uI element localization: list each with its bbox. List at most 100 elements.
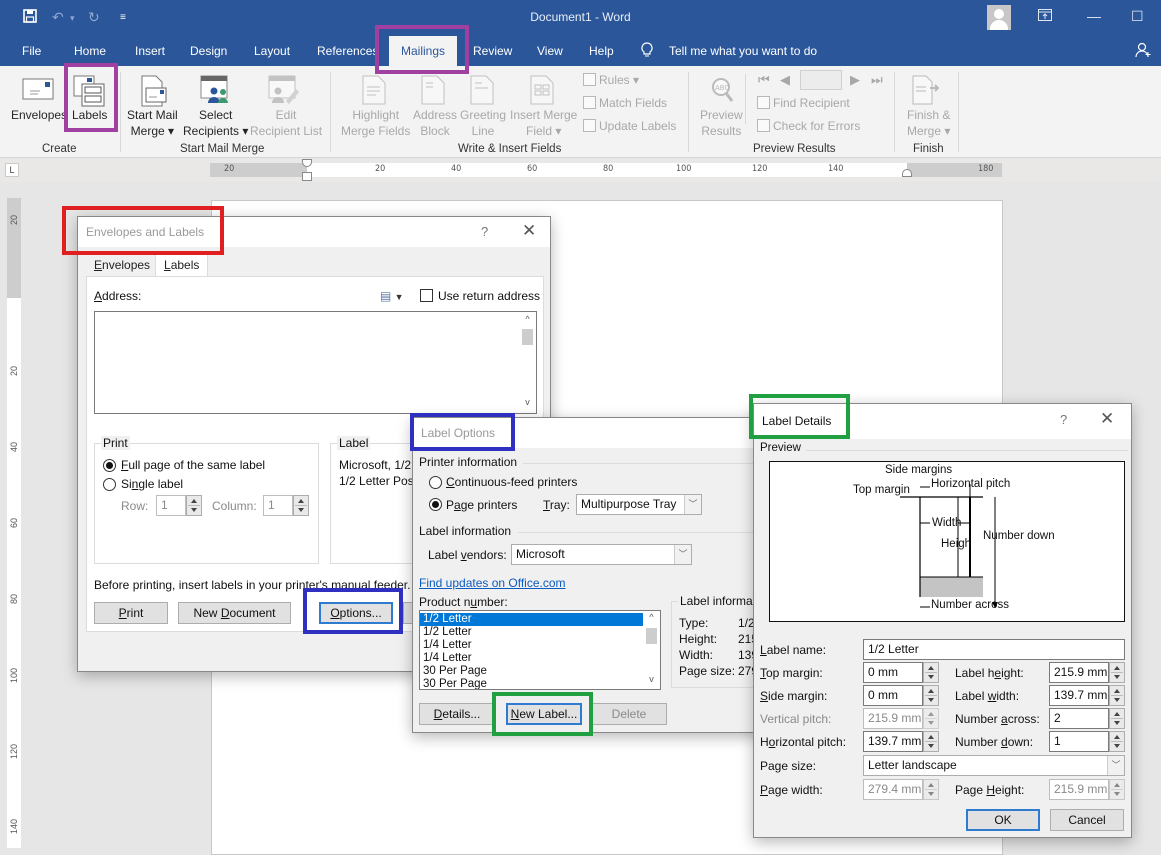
tab-mailings[interactable]: Mailings — [389, 36, 458, 66]
top-margin-input[interactable]: 0 mm — [863, 662, 923, 683]
tab-insert[interactable]: Insert — [135, 44, 165, 58]
chevron-down-icon[interactable]: ﹀ — [1107, 756, 1124, 775]
new-label-button[interactable]: New Label... — [506, 703, 582, 725]
tray-select[interactable]: Multipurpose Tray ﹀ — [576, 494, 702, 515]
finish-merge-button[interactable]: Finish & Merge ▾ — [907, 107, 950, 139]
side-margin-spinner[interactable] — [923, 685, 939, 706]
close-icon[interactable]: ✕ — [1100, 409, 1114, 429]
greeting-line-button[interactable]: Greeting Line — [460, 107, 506, 139]
preview-results-button[interactable]: Preview Results — [700, 107, 743, 139]
help-icon[interactable]: ? — [481, 224, 488, 239]
scroll-up-icon[interactable]: ^ — [643, 612, 660, 626]
dialog-title-bar[interactable]: Label Details ? ✕ — [754, 404, 1131, 439]
ok-button[interactable]: OK — [966, 809, 1040, 831]
label-name-input[interactable]: 1/2 Letter — [863, 639, 1125, 660]
labels-button[interactable]: Labels — [72, 107, 107, 123]
column-input[interactable]: 1 — [263, 495, 293, 516]
vertical-pitch-input[interactable]: 215.9 mm — [863, 708, 923, 729]
address-textarea[interactable]: ^ v — [94, 311, 537, 414]
vertical-pitch-spinner[interactable] — [923, 708, 939, 729]
number-across-input[interactable]: 2 — [1049, 708, 1109, 729]
tab-labels[interactable]: Labels — [155, 253, 209, 277]
list-item[interactable]: 30 Per Page — [420, 678, 644, 689]
select-recipients-button[interactable]: Select Recipients ▾ — [183, 107, 248, 139]
tab-file[interactable]: File — [22, 44, 41, 58]
column-spinner[interactable] — [293, 495, 309, 516]
number-down-spinner[interactable] — [1109, 731, 1125, 752]
list-item[interactable]: 1/4 Letter — [420, 639, 644, 652]
tab-stop-selector[interactable]: L — [5, 163, 19, 177]
horizontal-pitch-spinner[interactable] — [923, 731, 939, 752]
label-height-spinner[interactable] — [1109, 662, 1125, 683]
page-height-input[interactable]: 215.9 mm — [1049, 779, 1109, 800]
address-block-button[interactable]: Address Block — [413, 107, 457, 139]
full-page-radio[interactable] — [103, 459, 116, 472]
start-mail-merge-button[interactable]: Start Mail Merge ▾ — [127, 107, 178, 139]
horizontal-ruler[interactable]: 20 20 40 60 80 100 120 140 180 — [210, 159, 1002, 181]
previous-record-icon[interactable]: ◀ — [780, 72, 790, 88]
new-document-button[interactable]: New Document — [178, 602, 291, 624]
record-number-input[interactable] — [800, 70, 842, 90]
match-fields-button[interactable]: Match Fields — [583, 96, 667, 110]
tab-layout[interactable]: Layout — [254, 44, 290, 58]
maximize-button[interactable]: ☐ — [1131, 8, 1144, 25]
scroll-thumb[interactable] — [646, 628, 657, 644]
close-icon[interactable]: ✕ — [522, 221, 536, 241]
page-width-spinner[interactable] — [923, 779, 939, 800]
label-vendors-select[interactable]: Microsoft ﹀ — [511, 544, 692, 565]
details-button[interactable]: Details... — [419, 703, 495, 725]
address-scrollbar[interactable]: ^ v — [519, 312, 536, 413]
tell-me-search[interactable]: Tell me what you want to do — [669, 44, 817, 58]
vertical-ruler[interactable]: 20 20 40 60 80 100 120 140 — [7, 198, 21, 848]
next-record-icon[interactable]: ▶ — [850, 72, 860, 88]
left-indent-marker[interactable] — [302, 172, 312, 181]
side-margin-input[interactable]: 0 mm — [863, 685, 923, 706]
list-item[interactable]: 1/2 Letter — [420, 613, 644, 626]
first-record-icon[interactable]: ⏮ — [758, 72, 770, 88]
use-return-address-checkbox[interactable] — [420, 289, 433, 302]
cancel-button[interactable]: Cancel — [1050, 809, 1124, 831]
scroll-up-icon[interactable]: ^ — [519, 314, 536, 328]
right-indent-marker[interactable] — [902, 169, 912, 177]
find-updates-link[interactable]: Find updates on Office.com — [419, 576, 566, 590]
ribbon-display-options-icon[interactable] — [1038, 8, 1052, 24]
number-across-spinner[interactable] — [1109, 708, 1125, 729]
help-icon[interactable]: ? — [1060, 412, 1067, 427]
tab-view[interactable]: View — [537, 44, 563, 58]
scroll-down-icon[interactable]: v — [519, 397, 536, 411]
top-margin-spinner[interactable] — [923, 662, 939, 683]
page-size-select[interactable]: Letter landscape ﹀ — [863, 755, 1125, 776]
product-number-list[interactable]: 1/2 Letter 1/2 Letter 1/4 Letter 1/4 Let… — [419, 610, 661, 690]
options-button[interactable]: Options... — [319, 602, 393, 624]
list-item[interactable]: 1/4 Letter — [420, 652, 644, 665]
row-spinner[interactable] — [186, 495, 202, 516]
insert-merge-field-button[interactable]: Insert Merge Field ▾ — [510, 107, 577, 139]
dialog-title-bar[interactable]: Label Options — [413, 418, 771, 448]
tab-home[interactable]: Home — [74, 44, 106, 58]
update-labels-button[interactable]: Update Labels — [583, 119, 676, 133]
user-avatar-icon[interactable] — [987, 5, 1011, 30]
tab-review[interactable]: Review — [473, 44, 512, 58]
page-printers-radio[interactable] — [429, 498, 442, 511]
label-height-input[interactable]: 215.9 mm — [1049, 662, 1109, 683]
list-item[interactable]: 30 Per Page — [420, 665, 644, 678]
tab-help[interactable]: Help — [589, 44, 614, 58]
last-record-icon[interactable]: ⏭ — [871, 72, 883, 88]
scroll-down-icon[interactable]: v — [643, 674, 660, 688]
address-book-icon[interactable]: ▤ ▼ — [380, 289, 404, 303]
horizontal-pitch-input[interactable]: 139.7 mm — [863, 731, 923, 752]
print-button[interactable]: Print — [94, 602, 168, 624]
edit-recipient-list-button[interactable]: Edit Recipient List — [250, 107, 322, 139]
check-for-errors-button[interactable]: Check for Errors — [757, 119, 860, 133]
envelopes-button[interactable]: Envelopes — [11, 107, 67, 123]
label-width-input[interactable]: 139.7 mm — [1049, 685, 1109, 706]
delete-button[interactable]: Delete — [591, 703, 667, 725]
row-input[interactable]: 1 — [156, 495, 186, 516]
single-label-radio[interactable] — [103, 478, 116, 491]
find-recipient-button[interactable]: Find Recipient — [757, 96, 850, 110]
tab-references[interactable]: References — [317, 44, 378, 58]
share-user-icon[interactable] — [1135, 42, 1153, 61]
list-item[interactable]: 1/2 Letter — [420, 626, 644, 639]
number-down-input[interactable]: 1 — [1049, 731, 1109, 752]
product-list-scrollbar[interactable]: ^ v — [643, 611, 660, 689]
